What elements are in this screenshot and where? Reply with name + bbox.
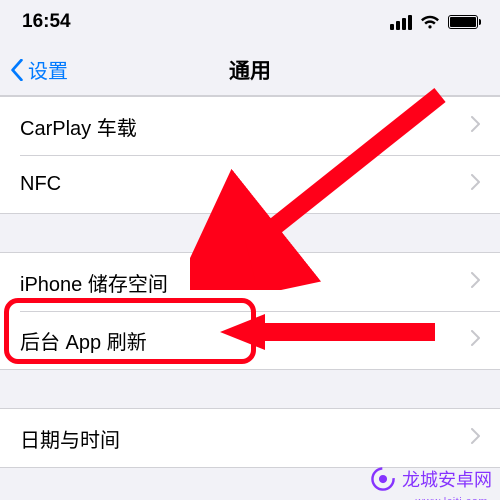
status-bar: 16:54 (0, 0, 500, 44)
settings-group: iPhone 储存空间 后台 App 刷新 (0, 252, 500, 370)
row-label: NFC (20, 173, 61, 196)
cellular-icon (390, 15, 412, 30)
status-time: 16:54 (22, 11, 71, 33)
chevron-right-icon (471, 173, 480, 196)
chevron-right-icon (471, 329, 480, 352)
row-nfc[interactable]: NFC (0, 155, 500, 213)
settings-group: CarPlay 车载 NFC (0, 96, 500, 214)
back-button[interactable]: 设置 (0, 55, 68, 84)
watermark-url: www.lcjtj.com (415, 496, 488, 500)
row-label: CarPlay 车载 (20, 112, 137, 141)
wifi-icon (420, 15, 440, 30)
row-date-time[interactable]: 日期与时间 (0, 409, 500, 467)
settings-group: 日期与时间 (0, 408, 500, 468)
watermark-text: 龙城安卓网 (402, 466, 492, 492)
row-carplay[interactable]: CarPlay 车载 (0, 97, 500, 155)
row-label: iPhone 储存空间 (20, 268, 168, 297)
row-label: 后台 App 刷新 (20, 326, 147, 355)
chevron-right-icon (471, 271, 480, 294)
watermark-icon (370, 466, 396, 492)
row-background-app-refresh[interactable]: 后台 App 刷新 (0, 311, 500, 369)
status-right (390, 15, 478, 30)
chevron-left-icon (10, 59, 24, 81)
chevron-right-icon (471, 427, 480, 450)
row-label: 日期与时间 (20, 424, 120, 453)
watermark: 龙城安卓网 (370, 466, 492, 492)
page-title: 通用 (0, 55, 500, 85)
nav-header: 设置 通用 (0, 44, 500, 96)
row-iphone-storage[interactable]: iPhone 储存空间 (0, 253, 500, 311)
back-label: 设置 (28, 55, 68, 84)
battery-icon (448, 15, 478, 29)
chevron-right-icon (471, 115, 480, 138)
screen: 16:54 设置 通用 CarPlay 车载 NFC iPhone 储存空间 (0, 0, 500, 500)
